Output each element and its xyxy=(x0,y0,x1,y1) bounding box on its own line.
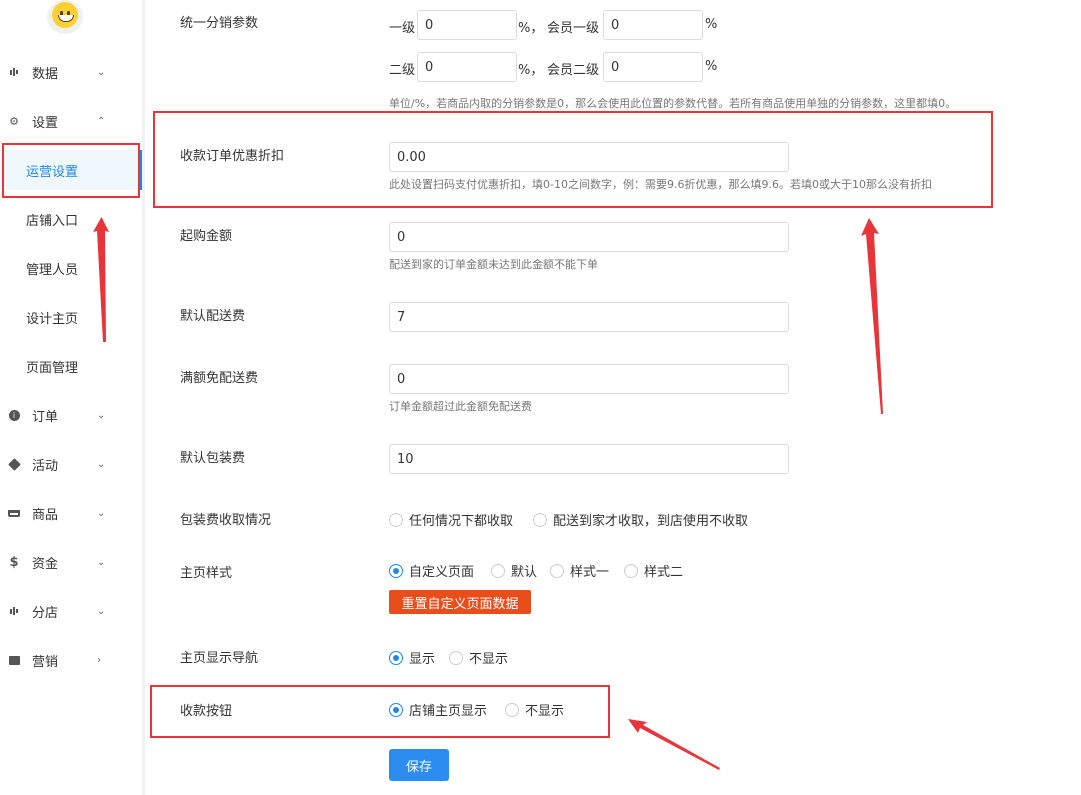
level1-label: 一级 xyxy=(389,21,416,36)
free-delivery-hint: 订单金额超过此金额免配送费 xyxy=(389,400,532,413)
sidebar-item-marketing[interactable]: 营销 › xyxy=(0,640,142,680)
radio-unchecked-icon xyxy=(550,563,564,578)
sidebar-subitem-design-home[interactable]: 设计主页 xyxy=(0,297,142,337)
level2-input[interactable]: 0 xyxy=(417,52,517,82)
percent-sign: % xyxy=(705,59,718,74)
home-style-option-style2[interactable]: 样式二 xyxy=(624,561,683,580)
sidebar-item-settings[interactable]: ⚙ 设置 ⌃ xyxy=(0,101,142,141)
gear-icon: ⚙ xyxy=(9,114,19,128)
radio-checked-icon xyxy=(389,650,403,665)
bar-chart-icon xyxy=(8,605,20,617)
sidebar-item-activity[interactable]: 活动 ⌄ xyxy=(0,444,142,484)
chevron-down-icon: ⌄ xyxy=(97,556,106,568)
info-icon: i xyxy=(8,409,20,421)
delivery-fee-label: 默认配送费 xyxy=(180,309,246,324)
smiley-face-icon xyxy=(52,2,78,28)
radio-unchecked-icon xyxy=(389,512,403,527)
arrow-discount-icon xyxy=(861,218,883,414)
packing-fee-label: 默认包装费 xyxy=(180,451,246,466)
delivery-fee-input[interactable]: 7 xyxy=(389,302,789,332)
highlight-box-discount xyxy=(153,111,993,208)
radio-unchecked-icon xyxy=(491,563,505,578)
chevron-up-icon: ⌃ xyxy=(97,115,106,127)
folder-icon xyxy=(8,654,20,666)
free-delivery-label: 满额免配送费 xyxy=(180,371,259,386)
chevron-down-icon: ⌄ xyxy=(97,458,106,470)
chevron-right-icon: › xyxy=(97,654,101,666)
sidebar-divider xyxy=(142,0,145,795)
radio-unchecked-icon xyxy=(533,512,547,527)
chevron-down-icon: ⌄ xyxy=(97,409,106,421)
packing-fee-input[interactable]: 10 xyxy=(389,444,789,474)
chevron-down-icon: ⌄ xyxy=(97,605,106,617)
reset-custom-page-button[interactable]: 重置自定义页面数据 xyxy=(389,590,531,614)
highlight-box-sidebar xyxy=(2,143,140,198)
percent-separator: %， xyxy=(518,63,544,78)
member-level1-input[interactable]: 0 xyxy=(603,10,703,40)
radio-unchecked-icon xyxy=(449,650,463,665)
avatar[interactable] xyxy=(47,0,83,34)
level2-label: 二级 xyxy=(389,63,416,78)
packing-rule-option-delivery-only[interactable]: 配送到家才收取，到店使用不收取 xyxy=(533,510,748,529)
sidebar-item-orders[interactable]: i 订单 ⌄ xyxy=(0,395,142,435)
level1-input[interactable]: 0 xyxy=(417,10,517,40)
member-level1-label: 会员一级 xyxy=(547,21,600,36)
sidebar-subitem-store-entry[interactable]: 店铺入口 xyxy=(0,199,142,239)
packing-rule-option-always[interactable]: 任何情况下都收取 xyxy=(389,510,513,529)
home-nav-option-show[interactable]: 显示 xyxy=(389,648,435,667)
dollar-icon: $ xyxy=(9,554,19,570)
min-amount-input[interactable]: 0 xyxy=(389,222,789,252)
chevron-down-icon: ⌄ xyxy=(97,507,106,519)
home-style-option-style1[interactable]: 样式一 xyxy=(550,561,609,580)
home-nav-option-hide[interactable]: 不显示 xyxy=(449,648,508,667)
radio-checked-icon xyxy=(389,563,403,578)
distribution-hint: 单位/%，若商品内取的分销参数是0，那么会使用此位置的参数代替。若所有商品使用单… xyxy=(389,97,957,110)
home-style-option-default[interactable]: 默认 xyxy=(491,561,537,580)
home-style-label: 主页样式 xyxy=(180,566,233,581)
sidebar: 数据 ⌄ ⚙ 设置 ⌃ 运营设置 店铺入口 管理人员 设计主页 页面管理 i 订… xyxy=(0,0,143,795)
home-style-option-custom[interactable]: 自定义页面 xyxy=(389,561,474,580)
percent-separator: %， xyxy=(518,21,544,36)
min-amount-label: 起购金额 xyxy=(180,229,233,244)
radio-unchecked-icon xyxy=(624,563,638,578)
free-delivery-input[interactable]: 0 xyxy=(389,364,789,394)
highlight-box-pay-button xyxy=(150,685,610,738)
sidebar-item-data[interactable]: 数据 ⌄ xyxy=(0,52,142,92)
chevron-down-icon: ⌄ xyxy=(97,66,106,78)
sidebar-subitem-managers[interactable]: 管理人员 xyxy=(0,248,142,288)
member-level2-label: 会员二级 xyxy=(547,63,600,78)
distribution-label: 统一分销参数 xyxy=(180,16,259,31)
min-amount-hint: 配送到家的订单金额未达到此金额不能下单 xyxy=(389,258,598,271)
sidebar-item-products[interactable]: 商品 ⌄ xyxy=(0,493,142,533)
member-level2-input[interactable]: 0 xyxy=(603,52,703,82)
sidebar-subitem-page-manage[interactable]: 页面管理 xyxy=(0,346,142,386)
basket-icon xyxy=(8,507,20,519)
home-nav-label: 主页显示导航 xyxy=(180,651,259,666)
save-button[interactable]: 保存 xyxy=(389,749,449,781)
percent-sign: % xyxy=(705,17,718,32)
tag-icon xyxy=(7,457,21,471)
arrow-pay-button-icon xyxy=(628,719,720,770)
sidebar-item-branches[interactable]: 分店 ⌄ xyxy=(0,591,142,631)
packing-rule-label: 包装费收取情况 xyxy=(180,513,272,528)
bar-chart-icon xyxy=(8,66,20,78)
sidebar-item-funds[interactable]: $ 资金 ⌄ xyxy=(0,542,142,582)
